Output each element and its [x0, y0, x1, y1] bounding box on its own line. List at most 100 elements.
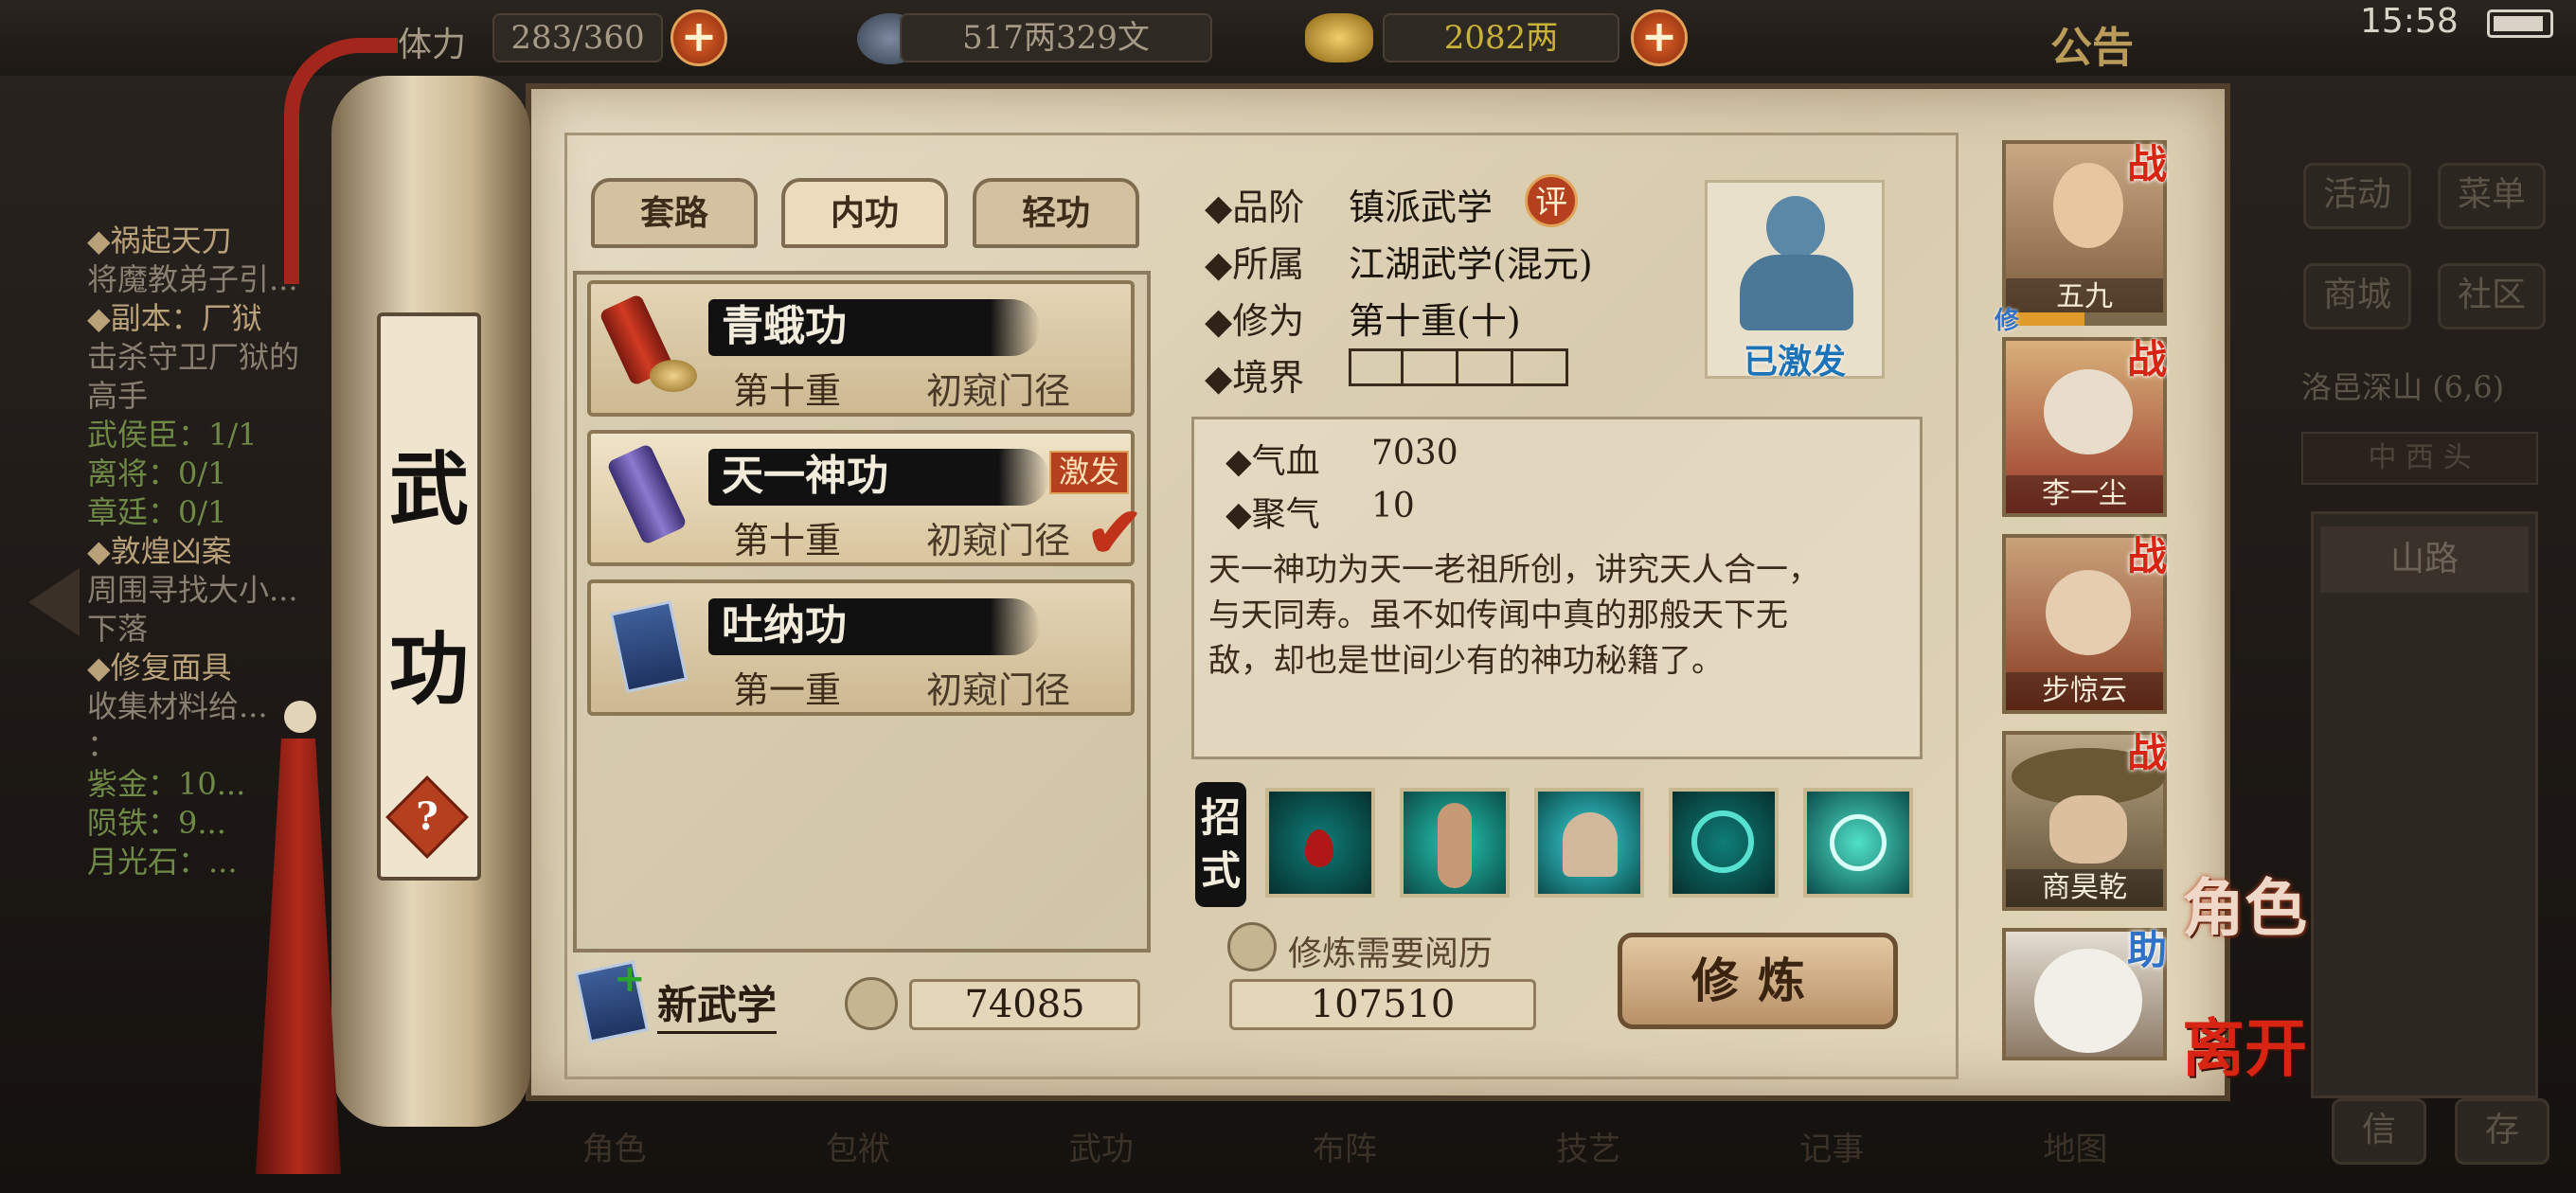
- skill-stage: 初窥门径: [926, 370, 1071, 412]
- nav-craft[interactable]: 技艺: [1556, 1123, 1620, 1169]
- cultivation-label: ◆修为: [1205, 300, 1305, 342]
- belong-label: ◆所属: [1205, 243, 1305, 285]
- nav-formation[interactable]: 布阵: [1313, 1123, 1377, 1169]
- blood-vortex-icon[interactable]: [1265, 788, 1375, 898]
- scroll-title-char-1: 武: [388, 442, 469, 536]
- cultivation-value: 第十重(十): [1349, 300, 1521, 342]
- tab-routine[interactable]: 套路: [591, 178, 758, 248]
- stamina-value: 283/360: [492, 13, 663, 62]
- skill-level: 第一重: [733, 669, 842, 711]
- shop-button[interactable]: 商城: [2303, 263, 2411, 329]
- gold-icon: [1305, 13, 1373, 62]
- skill-stage: 初窥门径: [926, 669, 1071, 711]
- new-skill-button[interactable]: 新武学: [657, 973, 778, 1034]
- nav-bag[interactable]: 包袱: [826, 1123, 890, 1169]
- cultivate-tag: 修: [1995, 307, 2020, 335]
- skill-level: 第十重: [733, 370, 842, 412]
- gold-value: 2082两: [1383, 13, 1619, 62]
- quest-sub: 离将：0/1: [87, 455, 227, 491]
- skill-name: 天一神功: [708, 449, 1049, 506]
- menu-button[interactable]: 菜单: [2438, 163, 2546, 229]
- scroll-purple-icon: [604, 442, 695, 553]
- technique-portrait: 已激发: [1705, 180, 1885, 382]
- quest-line: 击杀守卫厂狱的: [87, 339, 300, 375]
- rate-button[interactable]: 评: [1525, 174, 1578, 227]
- skill-item-tuna[interactable]: 吐纳功 第一重 初窥门径: [587, 579, 1135, 716]
- battery-icon: [2487, 9, 2553, 38]
- stat-label: ◆气血: [1225, 442, 1320, 481]
- game-screen: 体力 283/360 + 517两329文 2082两 + 公告 15:58 ◆…: [0, 0, 2576, 1193]
- party-member-name: 李一尘: [2006, 475, 2163, 513]
- skill-item-tianyi[interactable]: 天一神功 激发 第十重 初窥门径 ✔: [587, 430, 1144, 574]
- tab-lightness[interactable]: 轻功: [973, 178, 1139, 248]
- body-aura-icon[interactable]: [1400, 788, 1510, 898]
- add-stamina-button[interactable]: +: [671, 9, 727, 66]
- compass: 中 西 头: [2301, 432, 2538, 485]
- stat-value: 10: [1371, 487, 1415, 525]
- quest-line: 高手: [87, 378, 149, 414]
- palm-strike-icon[interactable]: [1669, 788, 1779, 898]
- skill-name: 吐纳功: [708, 598, 1040, 655]
- battle-tag: 战: [2127, 730, 2168, 776]
- activated-badge: 激发: [1049, 451, 1129, 494]
- skill-item-qinge[interactable]: 青蛾功 第十重 初窥门径: [587, 280, 1135, 417]
- help-icon-glyph: ?: [416, 794, 438, 839]
- quest-title[interactable]: ◆修复面具: [87, 649, 333, 687]
- stat-value: 7030: [1371, 434, 1458, 472]
- shield-aura-icon[interactable]: [1803, 788, 1913, 898]
- activity-button[interactable]: 活动: [2303, 163, 2411, 229]
- quest-sub: 章廷：0/1: [87, 494, 227, 530]
- party-member-name: 商昊乾: [2006, 869, 2163, 907]
- battle-tag: 战: [2127, 533, 2168, 579]
- skill-name: 青蛾功: [708, 299, 1040, 356]
- role-button[interactable]: 角色: [2182, 858, 2307, 949]
- train-button[interactable]: 修炼: [1618, 933, 1898, 1029]
- monk-icon: [1766, 196, 1825, 258]
- meditation-icon[interactable]: [1534, 788, 1644, 898]
- scroll-red-icon: [599, 293, 697, 403]
- scroll-bead: [284, 701, 316, 733]
- location-label: 洛邑深山 (6,6): [2301, 369, 2505, 405]
- experience-value: 74085: [909, 979, 1140, 1030]
- nav-map[interactable]: 地图: [2043, 1123, 2107, 1169]
- tab-internal[interactable]: 内功: [781, 178, 948, 248]
- side-btn-right[interactable]: 存: [2455, 1098, 2549, 1165]
- skill-stage: 初窥门径: [926, 520, 1071, 561]
- nav-journal[interactable]: 记事: [1799, 1123, 1864, 1169]
- book-blue-icon: [604, 593, 695, 703]
- quest-title[interactable]: ◆副本：厂狱: [87, 299, 333, 338]
- skill-level: 第十重: [733, 520, 842, 561]
- scroll-title-char-2: 功: [388, 622, 469, 716]
- side-btn-left[interactable]: 信: [2332, 1098, 2426, 1165]
- requirement-value: 107510: [1229, 979, 1536, 1030]
- community-button[interactable]: 社区: [2438, 263, 2546, 329]
- battle-tag: 战: [2127, 336, 2168, 383]
- requirement-label: 修炼需要阅历: [1288, 935, 1494, 973]
- collapse-arrow-icon[interactable]: [28, 568, 80, 636]
- stat-label: ◆聚气: [1225, 495, 1320, 534]
- activated-label: 已激发: [1743, 342, 1846, 382]
- scroll-ribbon: [284, 38, 398, 284]
- checkmark-icon: ✔: [1085, 492, 1145, 574]
- quest-sub: 武侯臣：1/1: [87, 417, 258, 453]
- battle-tag: 战: [2127, 141, 2168, 187]
- quest-title[interactable]: ◆敦煌凶案: [87, 532, 333, 571]
- nav-role[interactable]: 角色: [582, 1123, 647, 1169]
- notice-button[interactable]: 公告: [2050, 13, 2134, 74]
- add-gold-button[interactable]: +: [1631, 9, 1688, 66]
- belong-value: 江湖武学(混元): [1349, 243, 1593, 285]
- grade-label: ◆品阶: [1205, 187, 1305, 228]
- realm-boxes: [1349, 348, 1568, 386]
- location-list: [2311, 511, 2538, 1098]
- party-member-name: 五九: [2006, 278, 2163, 316]
- leave-button[interactable]: 离开: [2182, 998, 2307, 1089]
- stamina-label: 体力: [398, 26, 467, 64]
- moves-label: 招式: [1195, 782, 1246, 907]
- silver-value: 517两329文: [900, 13, 1212, 62]
- quest-line: 周围寻找大小...: [87, 572, 298, 608]
- assist-tag: 助: [2127, 927, 2168, 973]
- road-item[interactable]: 山路: [2320, 526, 2529, 593]
- nav-skills[interactable]: 武功: [1069, 1123, 1134, 1169]
- plus-icon: +: [614, 956, 646, 1001]
- experience-book-icon: [1227, 922, 1277, 971]
